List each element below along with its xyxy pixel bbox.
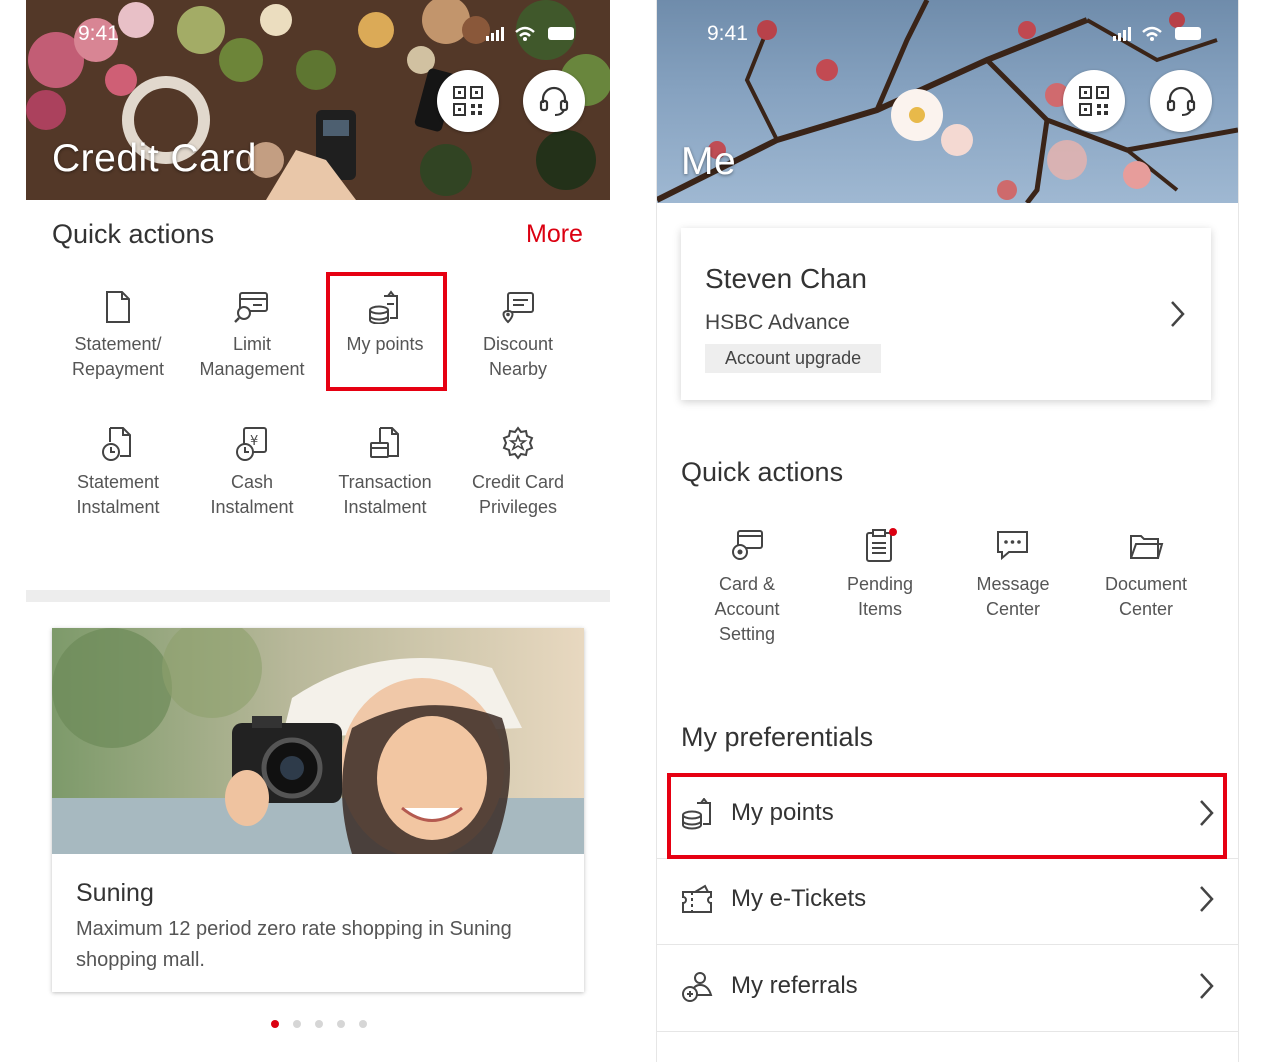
limit-icon: [234, 292, 268, 323]
quick-action-credit-card-privileges[interactable]: Credit Card Privileges: [453, 426, 583, 520]
qa-label-line1: Limit: [232, 334, 271, 354]
qa-label-line2: Repayment: [71, 359, 165, 379]
qa-label-line2: Account: [714, 599, 780, 619]
pagination-dot[interactable]: [315, 1020, 323, 1028]
pagination-dot[interactable]: [337, 1020, 345, 1028]
quick-actions-heading: Quick actions: [681, 457, 844, 487]
discount-icon: [502, 292, 534, 324]
message-icon: [997, 531, 1028, 561]
qa-label-line1: Cash: [230, 472, 274, 492]
page-title: Credit Card: [52, 137, 257, 180]
row-label: My e-Tickets: [731, 885, 867, 912]
status-bar-icons: [1113, 26, 1201, 41]
me-hero-banner: 9:41 Me: [657, 0, 1238, 203]
my-points-highlight-box: [667, 773, 1227, 859]
quick-action-message-center[interactable]: Message Center: [948, 528, 1078, 622]
profile-tier: HSBC Advance: [705, 311, 850, 334]
qa-label-line2: Center: [1118, 599, 1174, 619]
quick-action-statement-repayment[interactable]: Statement/Repayment: [53, 290, 183, 382]
section-divider: [26, 590, 610, 602]
quick-action-pending-items[interactable]: Pending Items: [815, 528, 945, 622]
referrals-icon: [682, 972, 713, 1002]
quick-action-transaction-instalment[interactable]: Transaction Instalment: [320, 426, 450, 520]
qa-label-line2: Center: [985, 599, 1041, 619]
qa-label-line1: Transaction: [338, 472, 432, 492]
ticket-icon: [682, 884, 712, 913]
headset-icon: [539, 86, 569, 116]
qr-code-button[interactable]: [1063, 70, 1125, 132]
statement-icon: [106, 291, 130, 323]
notification-dot: [889, 528, 897, 536]
qa-label-line1: Message: [976, 574, 1050, 594]
qa-label-line1: Statement/: [74, 334, 162, 354]
qa-label-line2: Instalment: [76, 497, 160, 517]
pagination-dot[interactable]: [293, 1020, 301, 1028]
qr-code-icon: [1079, 86, 1109, 116]
pagination-dot[interactable]: [359, 1020, 367, 1028]
transaction-instalment-icon: [370, 427, 399, 458]
privileges-icon: [502, 426, 534, 460]
qa-label-line2: Items: [857, 599, 902, 619]
profile-name: Steven Chan: [705, 263, 867, 294]
quick-action-limit-management[interactable]: Limit Management: [187, 290, 317, 382]
qr-code-button[interactable]: [437, 70, 499, 132]
row-label: My referrals: [731, 972, 858, 999]
promo-title: Suning: [76, 879, 154, 907]
qa-label-line2: Privileges: [478, 497, 558, 517]
customer-support-button[interactable]: [1150, 70, 1212, 132]
promo-card-suning[interactable]: Suning Maximum 12 period zero rate shopp…: [52, 628, 584, 992]
qa-label-line3: Setting: [718, 624, 776, 644]
promo-description: Maximum 12 period zero rate shopping in …: [76, 918, 512, 971]
pending-items-icon: [866, 528, 897, 562]
card-setting-icon: [732, 530, 763, 560]
quick-action-card-account-setting[interactable]: Card & Account Setting: [682, 528, 812, 647]
qa-label-line1: Document: [1104, 574, 1188, 594]
qa-label-line1: Card &: [718, 574, 776, 594]
quick-action-statement-instalment[interactable]: Statement Instalment: [53, 426, 183, 520]
status-bar-time: 9:41: [78, 22, 119, 45]
statement-instalment-icon: [102, 427, 131, 461]
qa-label-line2: Management: [199, 359, 305, 379]
credit-card-hero-banner: 9:41 Credit Card: [26, 0, 610, 200]
qa-label-line2: Nearby: [488, 359, 548, 379]
preferential-row-my-referrals[interactable]: My referrals: [657, 945, 1238, 1032]
qa-label-line1: Credit Card: [471, 472, 565, 492]
pagination-dot-active[interactable]: [271, 1020, 279, 1028]
qa-label-line1: Discount: [482, 334, 554, 354]
page-title: Me: [681, 140, 737, 183]
quick-action-cash-instalment[interactable]: ¥ Cash Instalment: [187, 426, 317, 520]
chevron-right-icon: [1171, 301, 1185, 327]
quick-actions-heading: Quick actions: [52, 219, 215, 249]
preferential-row-my-e-tickets[interactable]: My e-Tickets: [657, 858, 1238, 945]
my-points-highlight-box: [326, 272, 447, 391]
me-screen: 9:41 Me Steven Chan HSBC Advance Account…: [656, 0, 1239, 1062]
qa-label-line1: Pending: [846, 574, 914, 594]
my-preferentials-heading: My preferentials: [681, 722, 874, 752]
qa-label-line2: Instalment: [210, 497, 294, 517]
chevron-right-icon: [1200, 886, 1214, 912]
qa-label-line1: Statement: [76, 472, 160, 492]
customer-support-button[interactable]: [523, 70, 585, 132]
more-link[interactable]: More: [526, 220, 583, 249]
account-upgrade-badge[interactable]: Account upgrade: [705, 344, 882, 373]
promo-image: [52, 628, 584, 854]
credit-card-screen: 9:41 Credit Card Quick actions More Stat…: [26, 0, 610, 1062]
status-bar-time: 9:41: [707, 22, 748, 45]
qr-code-icon: [453, 86, 483, 116]
cash-instalment-icon: ¥: [236, 427, 267, 461]
chevron-right-icon: [1200, 973, 1214, 999]
qa-label-line2: Instalment: [343, 497, 427, 517]
quick-action-document-center[interactable]: Document Center: [1081, 528, 1211, 622]
profile-card[interactable]: Steven Chan HSBC Advance Account upgrade: [681, 228, 1211, 400]
headset-icon: [1166, 86, 1196, 116]
status-bar-icons: [486, 26, 574, 41]
quick-action-discount-nearby[interactable]: Discount Nearby: [453, 290, 583, 382]
folder-icon: [1130, 535, 1164, 559]
